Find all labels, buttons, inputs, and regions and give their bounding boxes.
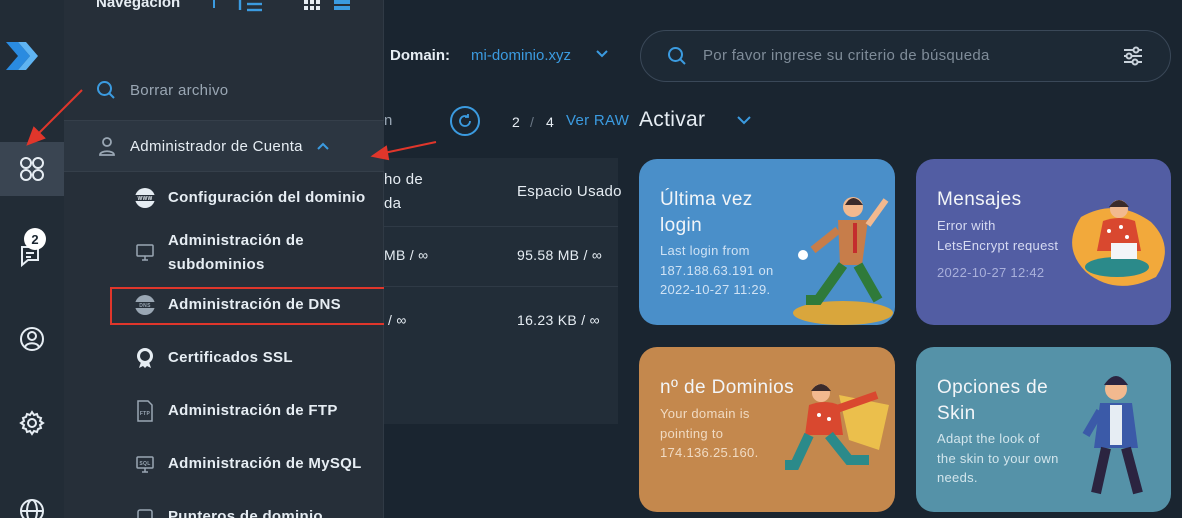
annotation-arrows	[26, 89, 437, 161]
